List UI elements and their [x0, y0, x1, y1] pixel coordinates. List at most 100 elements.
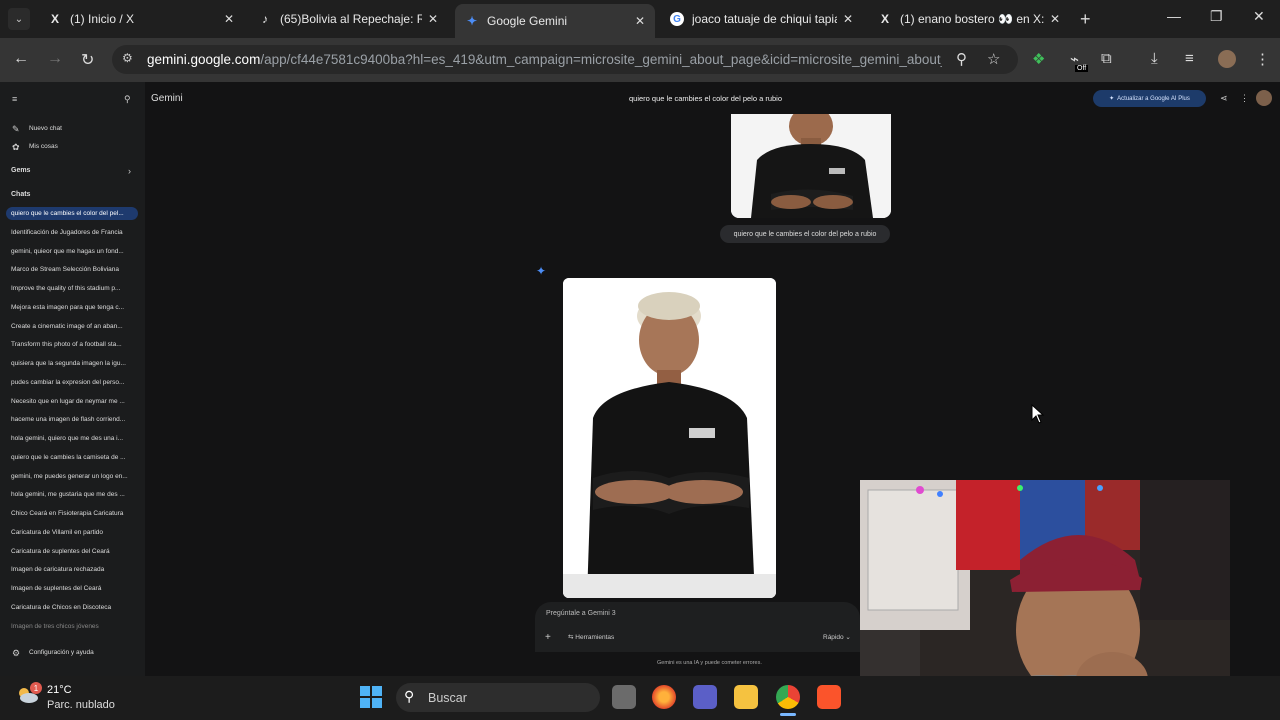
x-icon: X	[50, 12, 59, 26]
google-icon: G	[670, 12, 684, 26]
browser-menu-icon[interactable]: ⋮	[1255, 50, 1270, 68]
close-tab-icon[interactable]: ✕	[428, 12, 438, 26]
close-window-icon[interactable]: ✕	[1253, 8, 1265, 25]
sidebar-chat-item[interactable]: quisiera que la segunda imagen la igu...	[11, 360, 135, 367]
sidebar-chat-item[interactable]: gemini, quieor que me hagas un fond...	[11, 248, 135, 255]
chats-heading: Chats	[11, 191, 31, 198]
sidebar-chat-item[interactable]: Imagen de caricatura rechazada	[11, 566, 135, 573]
new-chat-button[interactable]: Nuevo chat	[29, 125, 153, 132]
tools-button[interactable]: ⇆ Herramientas	[568, 633, 614, 641]
gemini-sparkle-icon: ✦	[536, 264, 547, 278]
generated-image[interactable]	[563, 278, 776, 598]
tiktok-icon: ♪	[262, 12, 268, 26]
sidebar-chat-item[interactable]: Imagen de tres chicos jóvenes	[11, 623, 135, 630]
brave-icon[interactable]	[817, 685, 841, 709]
notification-badge: 1	[30, 682, 42, 694]
disclaimer-text: Gemini es una IA y puede cometer errores…	[657, 660, 762, 666]
settings-help-button[interactable]: Configuración y ayuda	[29, 649, 153, 656]
uploaded-image[interactable]	[731, 114, 891, 218]
minimize-icon[interactable]: —	[1167, 8, 1181, 24]
prompt-input[interactable]: Pregúntale a Gemini 3	[546, 610, 616, 617]
back-icon[interactable]: ←	[13, 50, 29, 68]
gems-heading[interactable]: Gems	[11, 167, 30, 174]
bookmark-star-icon[interactable]: ☆	[987, 50, 1000, 68]
chevron-right-icon[interactable]: ›	[128, 166, 131, 176]
new-tab-icon[interactable]: +	[1080, 9, 1091, 30]
teams-icon[interactable]	[693, 685, 717, 709]
search-icon: ⚲	[404, 688, 415, 704]
sidebar-chat-item[interactable]: haceme una imagen de flash corriend...	[11, 416, 135, 423]
new-chat-icon: ✎	[12, 124, 20, 134]
zoom-search-icon[interactable]: ⚲	[956, 50, 967, 68]
search-icon[interactable]: ⚲	[124, 94, 131, 105]
add-attachment-icon[interactable]: +	[545, 632, 551, 643]
sidebar-chat-item[interactable]: Mejora esta imagen para que tenga c...	[11, 304, 135, 311]
media-control-icon[interactable]: ≡	[1185, 50, 1194, 67]
gemini-icon: ✦	[466, 14, 478, 28]
sidebar-chat-item[interactable]: quiero que le cambies la camiseta de ...	[11, 454, 135, 461]
sidebar-chat-item[interactable]: gemini, me puedes generar un logo en...	[11, 473, 135, 480]
sidebar-chat-item[interactable]: Caricatura de Chicos en Discoteca	[11, 604, 135, 611]
chevron-down-icon: ⌄	[843, 634, 851, 641]
extension-green-icon[interactable]: ❖	[1032, 50, 1045, 68]
sidebar-chat-item[interactable]: Identificación de Jugadores de Francia	[11, 229, 135, 236]
sidebar-chat-item[interactable]: Improve the quality of this stadium p...	[11, 285, 135, 292]
tab-tiktok[interactable]: ♪ (65)Bolivia al Repechaje: Re ✕	[248, 4, 448, 34]
account-avatar[interactable]	[1256, 90, 1272, 106]
active-app-indicator	[780, 713, 796, 716]
gemini-app-title[interactable]: Gemini	[151, 93, 183, 104]
firefox-icon[interactable]	[652, 685, 676, 709]
reload-icon[interactable]: ↻	[81, 50, 94, 70]
extensions-puzzle-icon[interactable]: ⧉	[1101, 50, 1112, 67]
close-tab-icon[interactable]: ✕	[843, 12, 853, 26]
share-icon[interactable]: ⋖	[1220, 93, 1228, 104]
forward-icon[interactable]: →	[47, 50, 63, 68]
sidebar-chat-item[interactable]: Chico Ceará en Fisioterapia Caricatura	[11, 510, 135, 517]
sidebar-chat-item[interactable]: hola gemini, quiero que me des una i...	[11, 435, 135, 442]
sidebar-chat-item[interactable]: Imagen de suplentes del Ceará	[11, 585, 135, 592]
model-mode-selector[interactable]: Rápido ⌄	[823, 633, 851, 641]
taskbar-search[interactable]	[396, 683, 600, 712]
chrome-icon[interactable]	[776, 685, 800, 709]
url-text[interactable]: gemini.google.com/app/cf44e7581c9400ba?h…	[147, 52, 942, 67]
tab-x-home[interactable]: X (1) Inicio / X ✕	[38, 4, 244, 34]
sidebar-chat-item[interactable]: quiero que le cambies el color del pel..…	[6, 207, 138, 220]
sidebar-chat-item[interactable]: pudes cambiar la expresion del perso...	[11, 379, 135, 386]
sidebar-chat-item[interactable]: hola gemini, me gustaria que me des ...	[11, 491, 135, 498]
sidebar-chat-item[interactable]: Marco de Stream Selección Boliviana	[11, 266, 135, 273]
extension-off-icon[interactable]: ⌁Off	[1070, 50, 1092, 72]
sparkle-icon: ✦	[1109, 96, 1115, 102]
tab-x-post[interactable]: X (1) enano bostero 👀 en X: "L ✕	[868, 4, 1070, 34]
sidebar-chat-item[interactable]: Transform this photo of a football sta..…	[11, 341, 135, 348]
folder-icon[interactable]	[734, 685, 758, 709]
site-info-icon[interactable]: ⚙	[122, 51, 133, 65]
download-icon[interactable]: ⤓	[1151, 50, 1158, 67]
more-options-icon[interactable]: ⋮	[1240, 93, 1249, 104]
settings-gear-icon: ⚙	[12, 648, 21, 658]
sidebar-chat-item[interactable]: Create a cinematic image of an aban...	[11, 323, 135, 330]
sidebar-chat-item[interactable]: Necesito que en lugar de neymar me ...	[11, 398, 135, 405]
menu-hamburger-icon[interactable]: ≡	[12, 94, 17, 104]
taskbar-search-label: Buscar	[428, 691, 467, 705]
restore-icon[interactable]: ❐	[1210, 8, 1223, 25]
upgrade-button[interactable]: ✦ Actualizar a Google AI Plus	[1093, 90, 1206, 107]
my-stuff-icon: ✿	[12, 142, 20, 152]
file-explorer-icon[interactable]	[612, 685, 636, 709]
user-message-bubble: quiero que le cambies el color del pelo …	[720, 225, 890, 243]
sidebar-chat-item[interactable]: Caricatura de Villamil en partido	[11, 529, 135, 536]
mouse-cursor-icon	[1031, 404, 1045, 424]
tab-search-chevron-icon[interactable]: ⌄	[8, 8, 30, 30]
windows-start-icon[interactable]	[360, 686, 382, 708]
close-tab-icon[interactable]: ✕	[224, 12, 234, 26]
sidebar-chat-item[interactable]: Caricatura de suplentes del Ceará	[11, 548, 135, 555]
profile-avatar[interactable]	[1218, 50, 1236, 68]
windows-taskbar	[0, 676, 1280, 720]
close-tab-icon[interactable]: ✕	[635, 14, 645, 28]
x-icon: X	[880, 12, 889, 26]
tab-google-search[interactable]: G joaco tatuaje de chiqui tapia ✕	[660, 4, 863, 34]
weather-temperature[interactable]: 21°C	[47, 684, 72, 696]
close-tab-icon[interactable]: ✕	[1050, 12, 1060, 26]
my-stuff-button[interactable]: Mis cosas	[29, 143, 153, 150]
tab-google-gemini[interactable]: ✦ Google Gemini ✕	[455, 4, 655, 38]
weather-condition[interactable]: Parc. nublado	[47, 699, 115, 711]
